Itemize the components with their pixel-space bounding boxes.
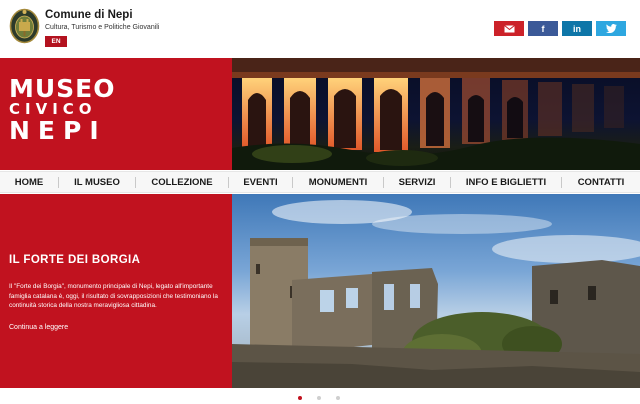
envelope-icon xyxy=(503,24,515,32)
museum-logo[interactable]: MUSEO CIVICO NEPI xyxy=(0,58,232,170)
hero-slider: IL FORTE DEI BORGIA Il "Forte dei Borgia… xyxy=(0,194,640,388)
language-switch-en[interactable]: EN xyxy=(45,36,67,47)
museum-banner: MUSEO CIVICO NEPI xyxy=(0,58,640,170)
hero-caption-panel: IL FORTE DEI BORGIA Il "Forte dei Borgia… xyxy=(0,194,232,388)
carousel-dot-2[interactable] xyxy=(317,396,321,400)
page: Comune di Nepi Cultura, Turismo e Politi… xyxy=(0,0,640,404)
carousel-dot-1[interactable] xyxy=(298,396,302,400)
nav-item-eventi[interactable]: EVENTI xyxy=(229,172,292,193)
nav-item-il-museo[interactable]: IL MUSEO xyxy=(59,172,135,193)
read-more-link[interactable]: Continua a leggere xyxy=(9,324,68,331)
hero-description: Il "Forte dei Borgia", monumento princip… xyxy=(9,283,218,310)
facebook-share-button[interactable]: f xyxy=(528,21,558,36)
nav-item-servizi[interactable]: SERVIZI xyxy=(384,172,450,193)
nav-item-info-e-biglietti[interactable]: INFO E BIGLIETTI xyxy=(451,172,561,193)
municipal-crest-icon[interactable] xyxy=(9,8,40,44)
nav-item-contatti[interactable]: CONTATTI xyxy=(562,172,640,193)
nav-item-home[interactable]: HOME xyxy=(0,172,58,193)
aqueduct-illustration xyxy=(232,58,640,170)
nav-item-monumenti[interactable]: MONUMENTI xyxy=(293,172,383,193)
fortress-photo xyxy=(232,194,640,388)
fortress-illustration xyxy=(232,200,640,388)
linkedin-share-button[interactable]: in xyxy=(562,21,592,36)
logo-line-1: MUSEO xyxy=(9,74,116,103)
hero-title: IL FORTE DEI BORGIA xyxy=(9,254,141,266)
nav-item-collezione[interactable]: COLLEZIONE xyxy=(136,172,228,193)
main-navigation: HOME IL MUSEO COLLEZIONE EVENTI MONUMENT… xyxy=(0,171,640,193)
top-header: Comune di Nepi Cultura, Turismo e Politi… xyxy=(0,0,640,58)
site-subtitle: Cultura, Turismo e Politiche Giovanili xyxy=(45,24,160,31)
aqueduct-night-photo xyxy=(232,58,640,170)
email-share-button[interactable] xyxy=(494,21,524,36)
facebook-icon: f xyxy=(541,23,545,34)
site-title[interactable]: Comune di Nepi xyxy=(45,9,133,21)
twitter-share-button[interactable] xyxy=(596,21,626,36)
carousel-indicators xyxy=(0,391,640,404)
linkedin-icon: in xyxy=(573,23,581,34)
carousel-dot-3[interactable] xyxy=(336,396,340,400)
logo-line-3: NEPI xyxy=(9,116,107,145)
twitter-icon xyxy=(605,24,617,33)
